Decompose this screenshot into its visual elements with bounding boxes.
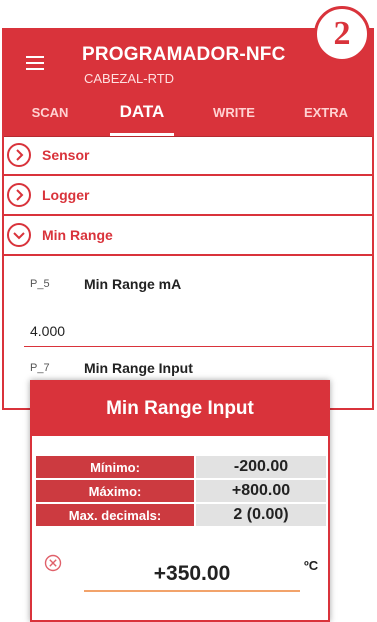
chevron-down-icon bbox=[7, 223, 31, 247]
min-range-value-input[interactable]: +350.00 bbox=[84, 562, 300, 592]
param-code: P_7 bbox=[30, 362, 50, 374]
chevron-right-icon bbox=[7, 183, 31, 207]
limit-value: 2 (0.00) bbox=[196, 504, 326, 526]
step-number-badge: 2 bbox=[314, 6, 370, 62]
tab-write[interactable]: WRITE bbox=[188, 88, 280, 136]
param-name: Min Range Input bbox=[84, 360, 193, 376]
dialog-title: Min Range Input bbox=[32, 382, 328, 436]
param-name: Min Range mA bbox=[84, 276, 182, 292]
limit-row-max-decimals: Max. decimals: 2 (0.00) bbox=[36, 504, 326, 526]
min-range-input-dialog: Min Range Input Mínimo: -200.00 Máximo: … bbox=[30, 380, 330, 622]
chevron-right-icon bbox=[7, 143, 31, 167]
section-sensor[interactable]: Sensor bbox=[4, 136, 372, 176]
app-screen: PROGRAMADOR-NFC CABEZAL-RTD SCAN DATA WR… bbox=[2, 28, 374, 410]
section-label: Min Range bbox=[42, 227, 113, 243]
tab-scan[interactable]: SCAN bbox=[4, 88, 96, 136]
param-code: P_5 bbox=[30, 278, 50, 290]
limit-label: Mínimo: bbox=[36, 456, 194, 478]
app-title: PROGRAMADOR-NFC bbox=[82, 44, 286, 65]
tab-bar: SCAN DATA WRITE EXTRA bbox=[4, 88, 372, 137]
limit-value: +800.00 bbox=[196, 480, 326, 502]
unit-label: ºC bbox=[304, 558, 319, 573]
limits-table: Mínimo: -200.00 Máximo: +800.00 Max. dec… bbox=[36, 456, 326, 528]
limit-label: Máximo: bbox=[36, 480, 194, 502]
section-min-range[interactable]: Min Range bbox=[4, 216, 372, 256]
section-logger[interactable]: Logger bbox=[4, 176, 372, 216]
min-range-ma-field[interactable]: 4.000 bbox=[24, 317, 372, 347]
section-label: Logger bbox=[42, 187, 90, 203]
tab-data[interactable]: DATA bbox=[96, 88, 188, 136]
limit-row-minimum: Mínimo: -200.00 bbox=[36, 456, 326, 478]
section-label: Sensor bbox=[42, 147, 90, 163]
min-range-ma-value: 4.000 bbox=[30, 323, 66, 339]
tab-extra[interactable]: EXTRA bbox=[280, 88, 372, 136]
limit-row-maximum: Máximo: +800.00 bbox=[36, 480, 326, 502]
limit-value: -200.00 bbox=[196, 456, 326, 478]
app-subtitle: CABEZAL-RTD bbox=[84, 71, 175, 86]
clear-circle-x-icon[interactable] bbox=[44, 554, 62, 572]
limit-label: Max. decimals: bbox=[36, 504, 194, 526]
hamburger-menu-icon[interactable] bbox=[26, 56, 44, 70]
